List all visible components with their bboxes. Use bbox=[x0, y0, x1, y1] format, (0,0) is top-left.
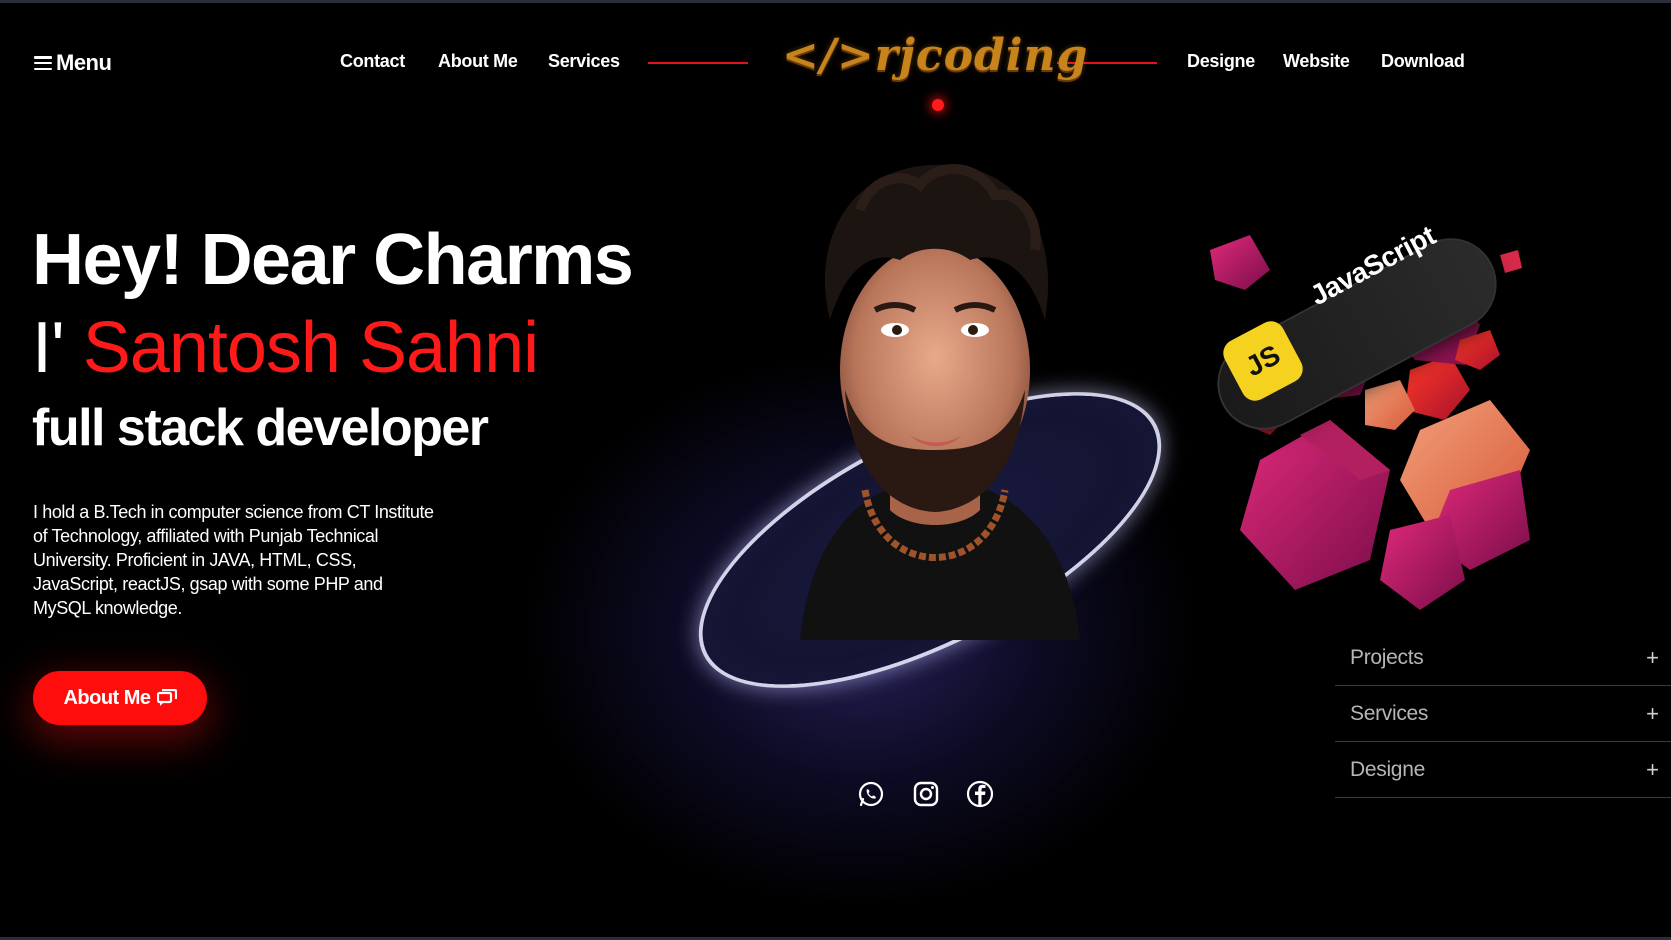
accordion-designe[interactable]: Designe + bbox=[1335, 742, 1671, 798]
side-accordion: Projects + Services + Designe + bbox=[1335, 630, 1671, 798]
accordion-projects[interactable]: Projects + bbox=[1335, 630, 1671, 686]
accordion-label: Designe bbox=[1350, 757, 1425, 781]
plus-icon: + bbox=[1646, 700, 1659, 726]
nav-website[interactable]: Website bbox=[1283, 51, 1350, 72]
profile-portrait bbox=[800, 164, 1080, 640]
logo-dot bbox=[932, 99, 944, 111]
chat-icon bbox=[156, 689, 177, 706]
accordion-label: Services bbox=[1350, 701, 1429, 725]
plus-icon: + bbox=[1646, 756, 1659, 782]
facebook-icon[interactable] bbox=[966, 780, 994, 808]
about-me-button-label: About Me bbox=[63, 686, 151, 709]
hamburger-icon bbox=[34, 56, 52, 70]
hero-role: full stack developer bbox=[32, 399, 489, 457]
hero-greeting: Hey! Dear Charms bbox=[32, 220, 634, 300]
whatsapp-icon[interactable] bbox=[857, 780, 885, 808]
nav-services[interactable]: Services bbox=[548, 51, 620, 72]
site-logo[interactable]: </>rjcoding bbox=[782, 30, 1088, 81]
about-me-button[interactable]: About Me bbox=[33, 671, 207, 725]
menu-label: Menu bbox=[56, 50, 112, 75]
plus-icon: + bbox=[1646, 644, 1659, 670]
top-border bbox=[0, 0, 1671, 3]
accordion-services[interactable]: Services + bbox=[1335, 686, 1671, 742]
nav-divider-left bbox=[648, 62, 748, 64]
accordion-label: Projects bbox=[1350, 645, 1424, 669]
menu-button[interactable]: Menu bbox=[34, 50, 112, 76]
hero-intro: I' Santosh Sahni bbox=[32, 308, 539, 388]
hero-intro-prefix: I' bbox=[32, 308, 65, 388]
hero-name: Santosh Sahni bbox=[82, 308, 539, 388]
hero-bio: I hold a B.Tech in computer science from… bbox=[33, 502, 434, 618]
nav-about-me[interactable]: About Me bbox=[438, 51, 518, 72]
nav-download[interactable]: Download bbox=[1381, 51, 1465, 72]
nav-contact[interactable]: Contact bbox=[340, 51, 405, 72]
instagram-icon[interactable] bbox=[912, 780, 940, 808]
nav-designe[interactable]: Designe bbox=[1187, 51, 1255, 72]
